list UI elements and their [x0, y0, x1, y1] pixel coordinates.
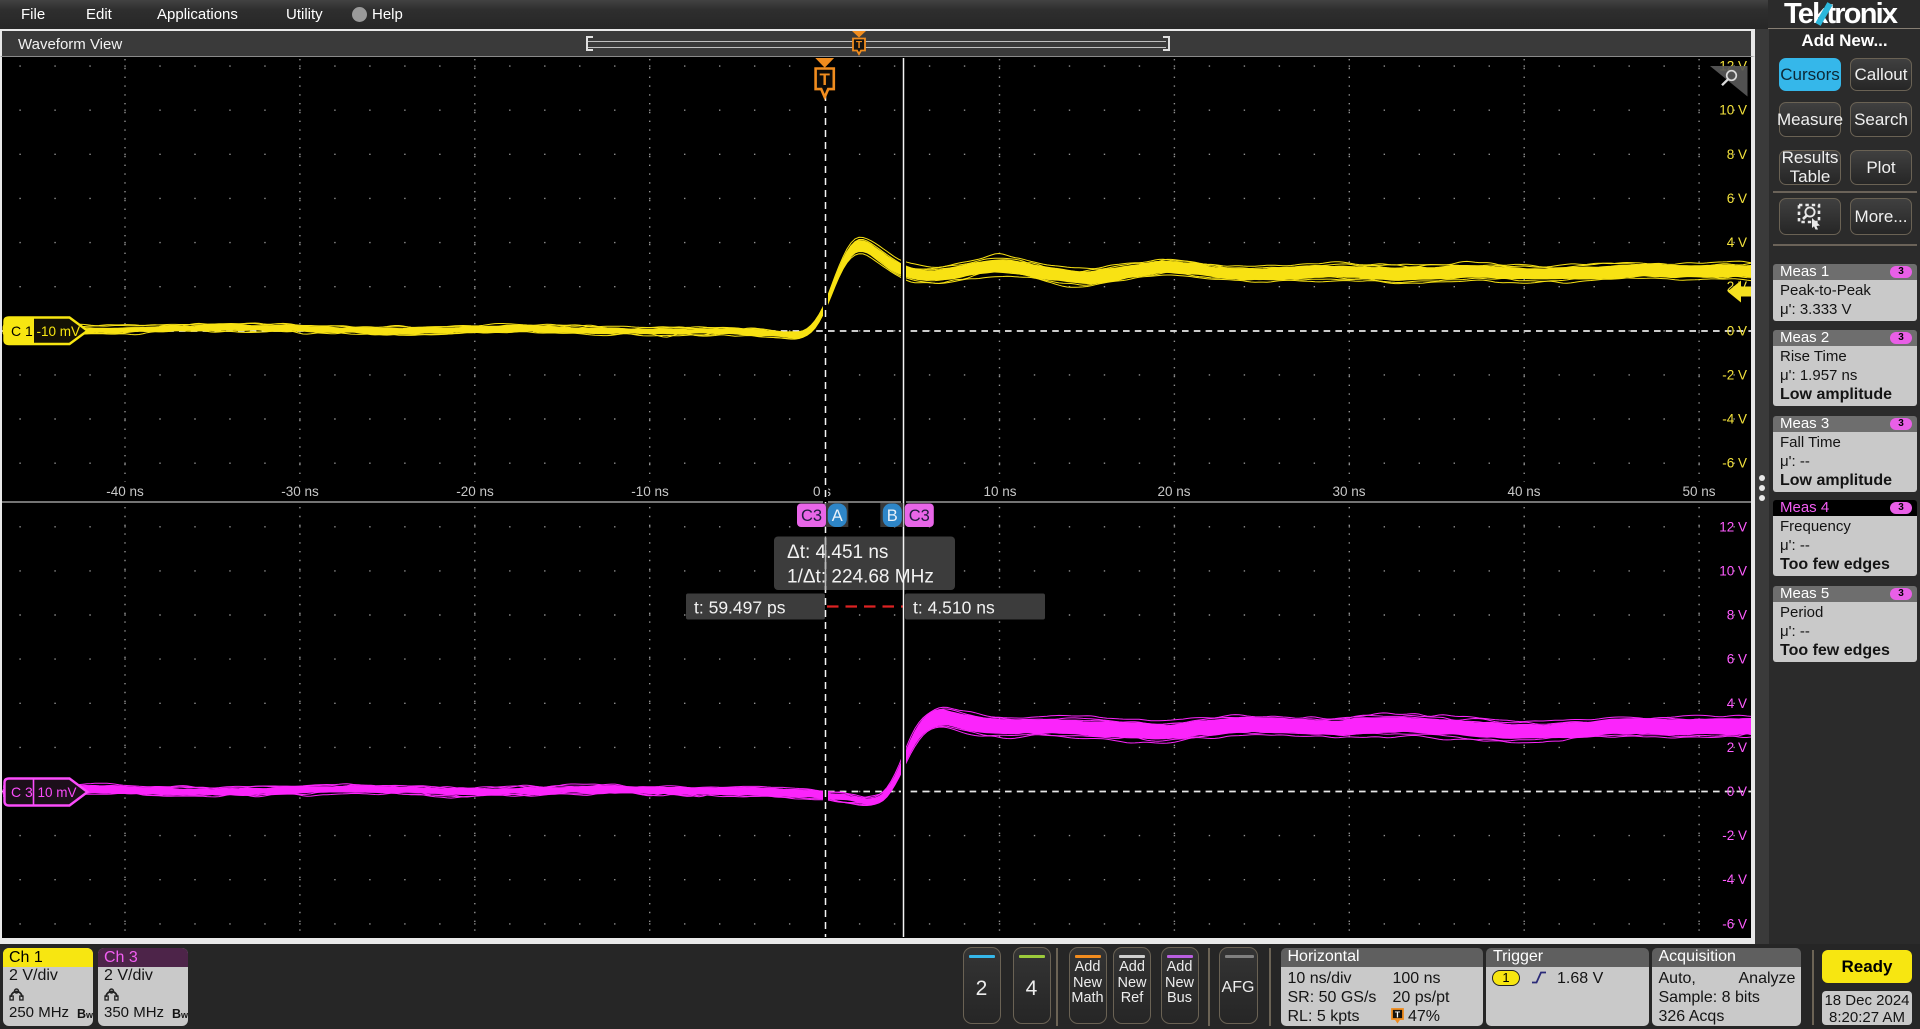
- svg-text:T: T: [856, 40, 862, 51]
- svg-text:0 V: 0 V: [1727, 784, 1747, 799]
- svg-text:-10 mV: -10 mV: [37, 324, 81, 339]
- svg-text:-20 ns: -20 ns: [456, 484, 494, 499]
- svg-text:-10 ns: -10 ns: [631, 484, 669, 499]
- svg-text:T: T: [820, 70, 831, 89]
- svg-text:6 V: 6 V: [1727, 652, 1747, 667]
- svg-text:C3: C3: [801, 507, 822, 525]
- svg-text:12 V: 12 V: [1719, 519, 1747, 534]
- svg-text:0 V: 0 V: [1727, 323, 1747, 338]
- svg-text:-6 V: -6 V: [1722, 916, 1747, 931]
- svg-text:-6 V: -6 V: [1722, 456, 1747, 471]
- svg-text:4 V: 4 V: [1727, 696, 1747, 711]
- svg-text:2 V: 2 V: [1727, 740, 1747, 755]
- svg-text:C 1: C 1: [11, 323, 33, 339]
- svg-text:t: 59.497 ps: t: 59.497 ps: [694, 598, 786, 618]
- svg-text:-40 ns: -40 ns: [106, 484, 144, 499]
- svg-text:4 V: 4 V: [1727, 235, 1747, 250]
- svg-text:10 mV: 10 mV: [38, 785, 77, 800]
- svg-text:10 ns: 10 ns: [983, 484, 1016, 499]
- svg-text:-4 V: -4 V: [1722, 412, 1747, 427]
- svg-text:1/Δt: 224.68 MHz: 1/Δt: 224.68 MHz: [787, 567, 934, 588]
- svg-text:10 V: 10 V: [1719, 563, 1747, 578]
- svg-text:10 V: 10 V: [1719, 103, 1747, 118]
- svg-text:50 ns: 50 ns: [1682, 484, 1715, 499]
- svg-text:-2 V: -2 V: [1722, 828, 1747, 843]
- svg-text:6 V: 6 V: [1727, 191, 1747, 206]
- svg-text:T: T: [1394, 1009, 1400, 1019]
- svg-text:-2 V: -2 V: [1722, 367, 1747, 382]
- svg-text:-30 ns: -30 ns: [281, 484, 319, 499]
- svg-text:20 ns: 20 ns: [1157, 484, 1190, 499]
- svg-text:Δt: 4.451 ns: Δt: 4.451 ns: [787, 542, 888, 563]
- svg-text:8 V: 8 V: [1727, 608, 1747, 623]
- svg-text:C 3: C 3: [11, 784, 33, 800]
- svg-text:t: 4.510 ns: t: 4.510 ns: [913, 598, 995, 618]
- svg-text:0 s: 0 s: [813, 484, 831, 499]
- svg-text:-4 V: -4 V: [1722, 872, 1747, 887]
- svg-text:30 ns: 30 ns: [1332, 484, 1365, 499]
- svg-text:A: A: [832, 507, 843, 525]
- svg-text:C3: C3: [909, 507, 930, 525]
- svg-text:40 ns: 40 ns: [1507, 484, 1540, 499]
- svg-text:B: B: [887, 507, 898, 525]
- svg-text:8 V: 8 V: [1727, 147, 1747, 162]
